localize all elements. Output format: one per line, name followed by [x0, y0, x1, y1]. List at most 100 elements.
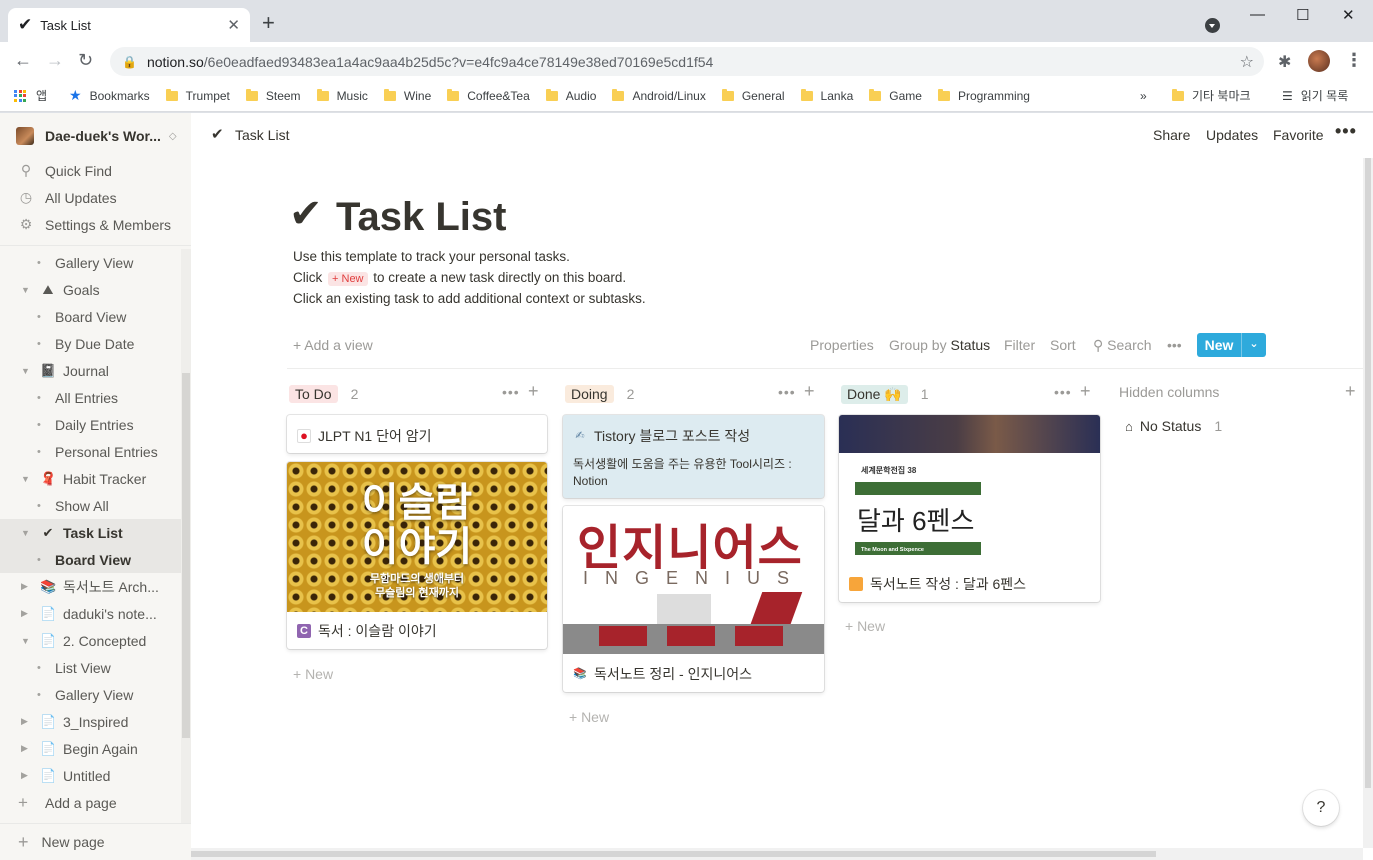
add-card-button[interactable]: + New	[569, 709, 609, 725]
caret-right-icon[interactable]: ▶	[21, 716, 28, 727]
scrollbar-thumb[interactable]	[191, 851, 1156, 857]
add-card-button[interactable]: + New	[293, 666, 333, 682]
view-more-icon[interactable]: •••	[1167, 337, 1182, 353]
caret-down-icon[interactable]: ▼	[21, 474, 30, 484]
task-card[interactable]: 이슬람 이야기 무함마드의 생애부터 무슬림의 현재까지 C 독서 : 이슬람 이…	[287, 462, 547, 649]
bookmark-folder[interactable]: Trumpet	[165, 88, 230, 103]
sidebar-item-task-list[interactable]: ▼ ✔ Task List	[0, 519, 181, 546]
caret-down-icon[interactable]: ▼	[21, 366, 30, 376]
help-button[interactable]: ?	[1303, 790, 1339, 826]
reload-icon[interactable]: ↻	[78, 51, 93, 69]
add-view-button[interactable]: + Add a view	[293, 337, 373, 353]
bookmark-folder[interactable]: Wine	[383, 88, 431, 103]
board-horizontal-scrollbar[interactable]	[191, 848, 1363, 860]
reading-list-button[interactable]: ☰ 읽기 목록	[1282, 80, 1348, 111]
extensions-puzzle-icon[interactable]: ✱	[1278, 52, 1291, 72]
column-add-icon[interactable]: +	[804, 381, 816, 402]
sidebar-settings[interactable]: ⚙ Settings & Members	[0, 211, 191, 238]
workspace-switcher[interactable]: Dae-duek's Wor... ◇	[0, 121, 191, 151]
bookmark-folder[interactable]: Music	[316, 88, 368, 103]
back-arrow-icon[interactable]: ←	[14, 51, 32, 69]
share-button[interactable]: Share	[1153, 127, 1190, 143]
column-header-doing[interactable]: Doing 2	[565, 383, 634, 405]
caret-down-icon[interactable]: ▼	[21, 285, 30, 295]
favorite-button[interactable]: Favorite	[1273, 127, 1324, 143]
bookmark-folder[interactable]: Programming	[937, 88, 1030, 103]
scrollbar-thumb[interactable]	[1365, 158, 1371, 788]
maximize-icon[interactable]: ☐	[1296, 6, 1309, 24]
sidebar-all-updates[interactable]: ◷ All Updates	[0, 184, 191, 211]
group-by-button[interactable]: Group by Status	[889, 337, 990, 353]
bookmark-folder[interactable]: Coffee&Tea	[447, 88, 530, 103]
scrollbar-thumb[interactable]	[182, 373, 190, 738]
sidebar-item-gallery-view[interactable]: • Gallery View	[0, 249, 181, 276]
bookmarks-overflow-button[interactable]: »	[1140, 80, 1147, 111]
lock-icon[interactable]: 🔒	[122, 55, 137, 69]
sidebar-item-daduki-notes[interactable]: ▶ 📄 daduki's note...	[0, 600, 181, 627]
page-check-icon[interactable]: ✔	[289, 191, 323, 237]
sidebar-item-list-view[interactable]: • List View	[0, 654, 181, 681]
sidebar-item-show-all[interactable]: • Show All	[0, 492, 181, 519]
bookmark-folder[interactable]: Game	[869, 88, 922, 103]
more-options-icon[interactable]: •••	[1335, 121, 1357, 142]
caret-down-icon[interactable]: ▼	[21, 528, 30, 538]
bookmark-folder[interactable]: General	[721, 88, 785, 103]
new-page-button[interactable]: + New page	[0, 823, 191, 860]
sidebar-quick-find[interactable]: ⚲ Quick Find	[0, 157, 191, 184]
caret-right-icon[interactable]: ▶	[21, 608, 28, 619]
column-more-icon[interactable]: •••	[502, 384, 520, 400]
sidebar-item-journal[interactable]: ▼ 📓 Journal	[0, 357, 181, 384]
close-icon[interactable]: ✕	[227, 16, 240, 34]
sidebar-item-goals[interactable]: ▼ ⛰ Goals	[0, 276, 181, 303]
sidebar-item-reading-archive[interactable]: ▶ 📚 독서노트 Arch...	[0, 573, 181, 600]
column-header-todo[interactable]: To Do 2	[289, 383, 358, 405]
add-card-button[interactable]: + New	[845, 618, 885, 634]
bookmark-folder[interactable]: Lanka	[800, 88, 853, 103]
breadcrumb[interactable]: Task List	[235, 127, 289, 143]
bookmark-apps[interactable]: 앱	[14, 87, 47, 104]
bookmark-star-icon[interactable]: ☆	[1240, 52, 1254, 72]
sidebar-item-daily-entries[interactable]: • Daily Entries	[0, 411, 181, 438]
search-button[interactable]: ⚲ Search	[1093, 337, 1152, 354]
column-add-icon[interactable]: +	[1080, 381, 1092, 402]
sidebar-item-habit-tracker[interactable]: ▼ 🧣 Habit Tracker	[0, 465, 181, 492]
bookmark-folder[interactable]: Steem	[245, 88, 301, 103]
column-add-icon[interactable]: +	[528, 381, 540, 402]
new-button[interactable]: New ⌄	[1197, 333, 1266, 357]
sidebar-item-board-view[interactable]: • Board View	[0, 303, 181, 330]
page-title[interactable]: Task List	[336, 195, 506, 240]
bookmark-other[interactable]: 기타 북마크	[1172, 80, 1251, 111]
bookmark-folder[interactable]: Audio	[545, 88, 596, 103]
column-more-icon[interactable]: •••	[778, 384, 796, 400]
kebab-menu-icon[interactable]: ⋮	[1345, 50, 1363, 71]
window-close-icon[interactable]: ✕	[1342, 6, 1355, 24]
chevron-down-icon[interactable]: ⌄	[1242, 333, 1266, 357]
sidebar-item-personal-entries[interactable]: • Personal Entries	[0, 438, 181, 465]
sidebar-item-inspired[interactable]: ▶ 📄 3_Inspired	[0, 708, 181, 735]
properties-button[interactable]: Properties	[810, 337, 874, 353]
task-card[interactable]: ✍ Tistory 블로그 포스트 작성 독서생활에 도움을 주는 유용한 Too…	[563, 415, 824, 498]
hidden-column-no-status[interactable]: ⌂ No Status 1	[1125, 418, 1222, 434]
sidebar-item-gallery-view-2[interactable]: • Gallery View	[0, 681, 181, 708]
sidebar-item-by-due-date[interactable]: • By Due Date	[0, 330, 181, 357]
column-more-icon[interactable]: •••	[1054, 384, 1072, 400]
caret-down-icon[interactable]: ▼	[21, 636, 30, 646]
sidebar-item-concepted[interactable]: ▼ 📄 2. Concepted	[0, 627, 181, 654]
task-card[interactable]: 인지니어스 INGENIUS 📚 독서노트 정리 - 인지니어스	[563, 506, 824, 692]
add-group-icon[interactable]: +	[1345, 381, 1356, 402]
sidebar-add-page[interactable]: + Add a page	[0, 789, 181, 816]
sort-button[interactable]: Sort	[1050, 337, 1076, 353]
new-tab-button[interactable]: +	[262, 12, 275, 34]
column-header-done[interactable]: Done 🙌 1	[841, 383, 929, 405]
sidebar-scrollbar[interactable]	[181, 249, 191, 824]
caret-right-icon[interactable]: ▶	[21, 770, 28, 781]
task-card[interactable]: ● JLPT N1 단어 암기	[287, 415, 547, 453]
forward-arrow-icon[interactable]: →	[46, 51, 64, 69]
sidebar-item-untitled[interactable]: ▶ 📄 Untitled	[0, 762, 181, 789]
bookmark-bookmarks[interactable]: ★ Bookmarks	[69, 87, 150, 104]
tab-search-icon[interactable]	[1205, 18, 1220, 33]
minimize-icon[interactable]: —	[1250, 6, 1265, 23]
sidebar-item-begin-again[interactable]: ▶ 📄 Begin Again	[0, 735, 181, 762]
caret-right-icon[interactable]: ▶	[21, 581, 28, 592]
sidebar-item-all-entries[interactable]: • All Entries	[0, 384, 181, 411]
